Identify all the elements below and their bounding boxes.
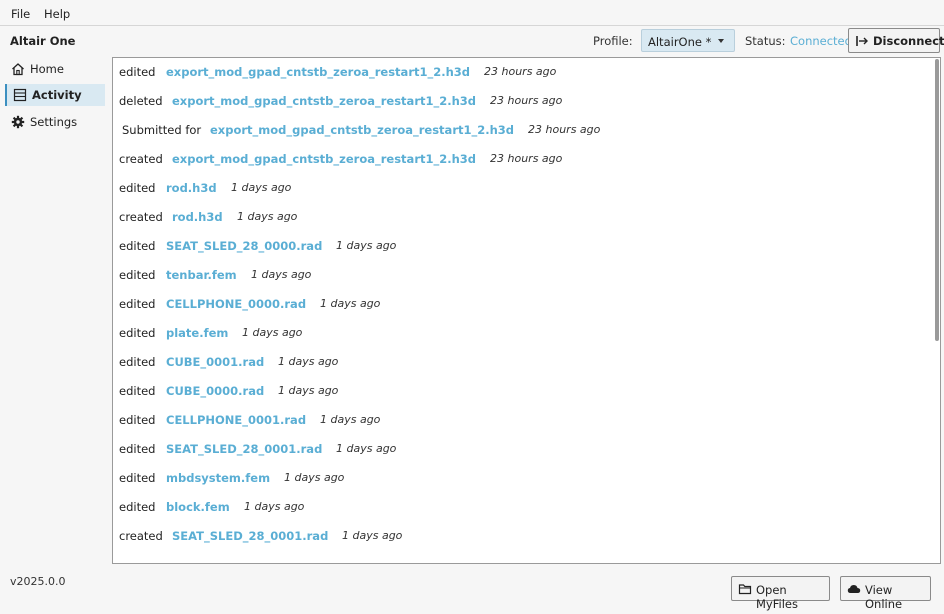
activity-file-link[interactable]: rod.h3d (166, 181, 217, 195)
activity-file-link[interactable]: SEAT_SLED_28_0001.rad (172, 529, 328, 543)
sidebar-item-settings[interactable]: Settings (5, 111, 105, 133)
activity-file-link[interactable]: SEAT_SLED_28_0001.rad (166, 442, 322, 456)
view-online-label: View Online (865, 583, 903, 611)
activity-action: edited (119, 413, 156, 427)
activity-file-link[interactable]: export_mod_gpad_cntstb_zeroa_restart1_2.… (210, 123, 514, 137)
activity-time: 23 hours ago (484, 65, 557, 78)
activity-time: 1 days ago (237, 210, 298, 223)
activity-file-link[interactable]: CUBE_0001.rad (166, 355, 264, 369)
activity-action: edited (119, 471, 156, 485)
activity-file-link[interactable]: export_mod_gpad_cntstb_zeroa_restart1_2.… (172, 94, 476, 108)
sidebar-item-activity[interactable]: Activity (5, 84, 105, 106)
activity-file-link[interactable]: SEAT_SLED_28_0000.rad (166, 239, 322, 253)
list-icon (13, 88, 27, 102)
activity-action: edited (119, 326, 156, 340)
open-myfiles-label: Open MyFiles (756, 583, 798, 611)
activity-list[interactable]: edited export_mod_gpad_cntstb_zeroa_resta… (112, 57, 941, 564)
disconnect-icon (856, 36, 868, 46)
activity-action: edited (119, 500, 156, 514)
activity-file-link[interactable]: CELLPHONE_0000.rad (166, 297, 306, 311)
activity-time: 23 hours ago (490, 152, 563, 165)
activity-action: edited (119, 384, 156, 398)
activity-action: edited (119, 181, 156, 195)
activity-action: created (119, 529, 163, 543)
menu-file[interactable]: File (11, 7, 30, 21)
activity-time: 1 days ago (336, 239, 397, 252)
open-myfiles-button[interactable]: Open MyFiles (731, 576, 830, 611)
disconnect-button[interactable]: Disconnect (848, 28, 944, 53)
activity-action: Submitted for (122, 123, 202, 137)
sidebar-item-label: Activity (32, 88, 82, 102)
activity-time: 23 hours ago (528, 123, 601, 136)
activity-time: 1 days ago (251, 268, 312, 281)
gear-icon (11, 115, 25, 129)
scrollbar[interactable] (935, 59, 939, 341)
activity-file-link[interactable]: tenbar.fem (166, 268, 237, 282)
view-online-button[interactable]: View Online (840, 576, 931, 611)
chevron-down-icon (718, 39, 724, 43)
list-fade (113, 553, 940, 563)
activity-time: 1 days ago (278, 384, 339, 397)
sidebar-item-label: Home (30, 62, 64, 76)
activity-action: edited (119, 239, 156, 253)
activity-action: edited (119, 297, 156, 311)
profile-value: AltairOne * (648, 35, 712, 49)
status-label: Status: (745, 34, 786, 48)
activity-file-link[interactable]: CELLPHONE_0001.rad (166, 413, 306, 427)
activity-time: 1 days ago (320, 297, 381, 310)
activity-file-link[interactable]: CUBE_0000.rad (166, 384, 264, 398)
menu-bar: File Help (0, 0, 944, 26)
menu-help[interactable]: Help (44, 7, 70, 21)
activity-file-link[interactable]: rod.h3d (172, 210, 223, 224)
activity-time: 1 days ago (231, 181, 292, 194)
activity-time: 1 days ago (342, 529, 403, 542)
sidebar-item-home[interactable]: Home (5, 58, 105, 80)
activity-file-link[interactable]: plate.fem (166, 326, 228, 340)
activity-time: 1 days ago (284, 471, 345, 484)
sidebar-item-label: Settings (30, 115, 78, 129)
activity-time: 23 hours ago (490, 94, 563, 107)
activity-time: 1 days ago (278, 355, 339, 368)
folder-icon (738, 584, 752, 595)
activity-action: edited (119, 442, 156, 456)
activity-time: 1 days ago (336, 442, 397, 455)
activity-action: edited (119, 65, 156, 79)
app-title: Altair One (10, 34, 76, 48)
status-value: Connected (790, 34, 852, 48)
activity-time: 1 days ago (320, 413, 381, 426)
home-icon (12, 63, 24, 76)
disconnect-label: Disconnect (873, 34, 944, 48)
activity-time: 1 days ago (244, 500, 305, 513)
cloud-icon (847, 585, 861, 593)
profile-select[interactable]: AltairOne * (641, 29, 735, 52)
version-label: v2025.0.0 (10, 575, 66, 588)
activity-file-link[interactable]: mbdsystem.fem (166, 471, 270, 485)
activity-action: edited (119, 355, 156, 369)
activity-file-link[interactable]: block.fem (166, 500, 230, 514)
activity-file-link[interactable]: export_mod_gpad_cntstb_zeroa_restart1_2.… (172, 152, 476, 166)
activity-time: 1 days ago (242, 326, 303, 339)
activity-action: created (119, 152, 163, 166)
profile-label: Profile: (593, 34, 633, 48)
activity-file-link[interactable]: export_mod_gpad_cntstb_zeroa_restart1_2.… (166, 65, 470, 79)
activity-action: deleted (119, 94, 163, 108)
activity-action: created (119, 210, 163, 224)
activity-action: edited (119, 268, 156, 282)
